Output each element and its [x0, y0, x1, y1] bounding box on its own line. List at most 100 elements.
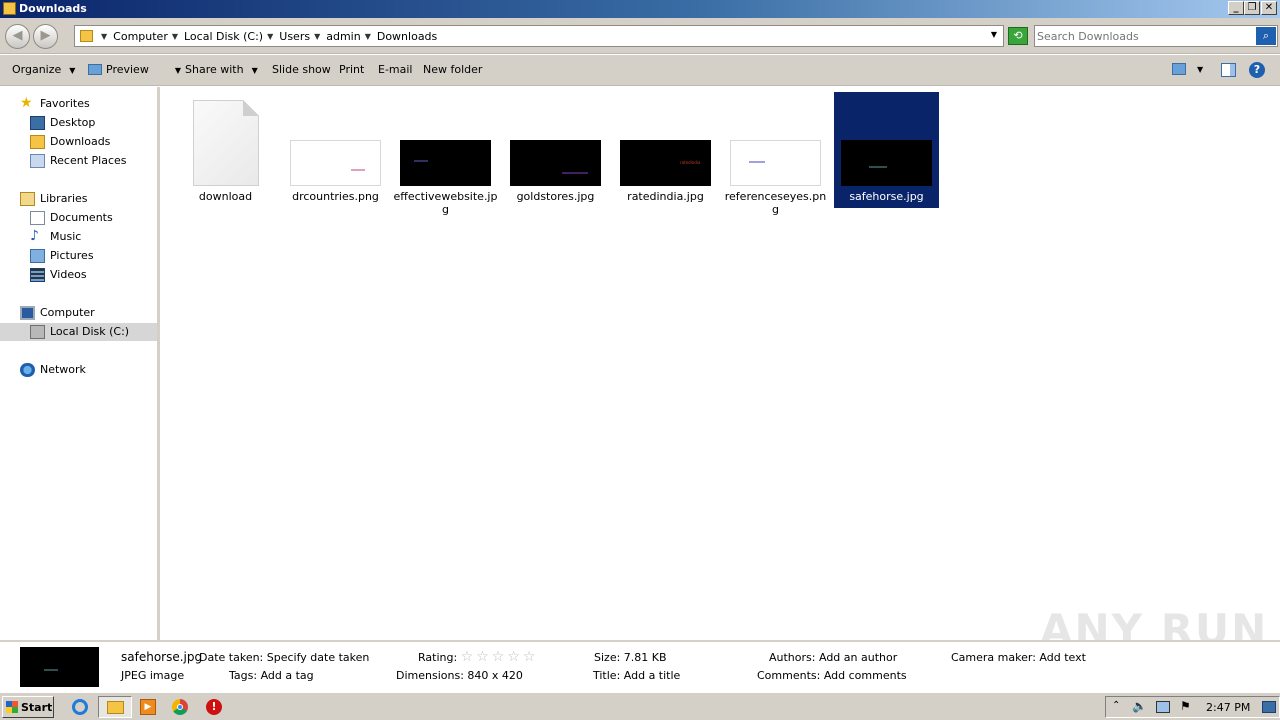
title-value[interactable]: Add a title — [624, 669, 681, 682]
folder-icon — [107, 701, 124, 714]
help-icon[interactable]: ? — [1249, 62, 1265, 78]
start-button[interactable]: Start — [2, 696, 54, 718]
volume-icon[interactable]: 🔈 — [1132, 699, 1147, 713]
preview-pane-icon[interactable] — [1221, 63, 1236, 77]
refresh-icon[interactable]: ⟲ — [1008, 27, 1028, 45]
authors-value[interactable]: Add an author — [819, 651, 897, 664]
forward-button[interactable]: ▶ — [33, 24, 58, 49]
preview-label: Preview — [106, 63, 149, 76]
nav-videos-label: Videos — [50, 268, 87, 281]
chevron-right-icon[interactable]: ▼ — [361, 30, 377, 43]
print-button[interactable]: Print — [339, 63, 364, 76]
file-list: download drcountries.png effectivewebsit… — [160, 87, 1280, 640]
breadcrumb-downloads[interactable]: Downloads — [377, 30, 437, 43]
date-taken-field: Date taken: Specify date taken — [199, 651, 369, 664]
chevron-right-icon[interactable]: ▼ — [168, 30, 184, 43]
email-button[interactable]: E-mail — [378, 63, 413, 76]
tags-value[interactable]: Add a tag — [261, 669, 314, 682]
address-bar[interactable]: ▼ Computer ▼ Local Disk (C:) ▼ Users ▼ a… — [74, 25, 1004, 47]
document-icon — [193, 100, 259, 186]
image-icon — [88, 64, 102, 75]
internet-explorer-icon[interactable] — [68, 696, 94, 718]
chevron-right-icon[interactable]: ▼ — [263, 30, 279, 43]
change-view-icon[interactable] — [1172, 63, 1186, 75]
show-desktop-icon[interactable] — [1262, 701, 1276, 713]
thumbnail-mark — [562, 172, 588, 174]
breadcrumb-admin[interactable]: admin — [326, 30, 360, 43]
address-row: ◀ ▶ ▼ Computer ▼ Local Disk (C:) ▼ Users… — [0, 18, 1280, 54]
file-item-selected[interactable]: safehorse.jpg — [834, 92, 939, 208]
search-input[interactable] — [1037, 28, 1252, 44]
file-name: safehorse.jpg — [849, 190, 924, 203]
file-item[interactable]: referenceseyes.png — [723, 92, 828, 216]
nav-desktop-label: Desktop — [50, 116, 96, 129]
selected-file-thumbnail — [20, 647, 99, 687]
comments-label: Comments: — [757, 669, 821, 682]
media-player-icon[interactable]: ▶ — [136, 696, 162, 718]
flag-icon[interactable]: ⚑ — [1180, 699, 1191, 713]
comments-field: Comments: Add comments — [757, 669, 907, 682]
file-item[interactable]: ratedindia ratedindia.jpg — [613, 92, 718, 208]
network-tray-icon[interactable] — [1156, 701, 1170, 713]
organize-button[interactable]: Organize ▼ — [12, 63, 75, 76]
file-name: drcountries.png — [292, 190, 379, 203]
close-button[interactable]: ✕ — [1261, 1, 1277, 15]
nav-local-disk[interactable]: Local Disk (C:) — [0, 323, 157, 341]
camera-maker-value[interactable]: Add text — [1039, 651, 1086, 664]
folder-icon — [3, 2, 16, 15]
chevron-up-icon[interactable]: ⌃ — [1112, 700, 1120, 711]
chevron-down-icon[interactable]: ▼ — [991, 30, 997, 39]
music-icon: ♪ — [30, 228, 39, 244]
image-thumbnail: ratedindia — [620, 140, 711, 186]
chevron-down-icon[interactable]: ▼ — [175, 66, 181, 75]
camera-maker-field: Camera maker: Add text — [951, 651, 1086, 664]
image-thumbnail — [290, 140, 381, 186]
breadcrumb-local-disk[interactable]: Local Disk (C:) — [184, 30, 263, 43]
breadcrumb-users[interactable]: Users — [279, 30, 310, 43]
file-name: goldstores.jpg — [516, 190, 595, 203]
title-bar: Downloads _ ❐ ✕ — [0, 0, 1280, 18]
file-item[interactable]: effectivewebsite.jpg — [393, 92, 498, 216]
documents-icon — [30, 211, 45, 225]
explorer-task-button[interactable] — [98, 696, 132, 718]
chevron-right-icon[interactable]: ▼ — [310, 30, 326, 43]
rating-stars-icon[interactable]: ☆☆☆☆☆ — [461, 649, 539, 665]
folder-icon — [80, 30, 93, 42]
windows-logo-icon — [6, 701, 18, 713]
share-with-label: Share with — [185, 63, 244, 76]
file-item[interactable]: drcountries.png — [283, 92, 388, 208]
preview-button[interactable]: Preview ▼ — [88, 63, 181, 76]
restore-button[interactable]: ❐ — [1244, 1, 1260, 15]
slide-show-button[interactable]: Slide show — [272, 63, 331, 76]
chrome-icon[interactable] — [168, 696, 194, 718]
thumbnail-mark — [869, 166, 887, 168]
new-folder-button[interactable]: New folder — [423, 63, 482, 76]
comments-value[interactable]: Add comments — [824, 669, 907, 682]
stop-icon[interactable]: ! — [202, 696, 228, 718]
share-with-button[interactable]: Share with ▼ — [185, 63, 258, 76]
authors-field: Authors: Add an author — [769, 651, 897, 664]
window-title: Downloads — [19, 2, 87, 15]
nav-favorites-label: Favorites — [40, 97, 90, 110]
size-field: Size: 7.81 KB — [594, 651, 667, 664]
file-item[interactable]: download — [173, 92, 278, 208]
rating-label: Rating: — [418, 651, 458, 664]
date-taken-label: Date taken: — [199, 651, 264, 664]
file-item[interactable]: goldstores.jpg — [503, 92, 608, 208]
taskbar: Start ▶ ! ⌃ 🔈 ⚑ 2:47 PM — [0, 692, 1280, 720]
date-taken-value[interactable]: Specify date taken — [267, 651, 370, 664]
breadcrumb-computer[interactable]: Computer — [113, 30, 168, 43]
search-icon[interactable]: ⌕ — [1256, 27, 1276, 45]
clock[interactable]: 2:47 PM — [1206, 701, 1250, 714]
file-name: referenceseyes.png — [724, 190, 827, 216]
chevron-right-icon[interactable]: ▼ — [97, 30, 113, 43]
nav-downloads-label: Downloads — [50, 135, 111, 148]
navigation-pane: ★ Favorites Desktop Downloads Recent Pla… — [0, 87, 157, 640]
authors-label: Authors: — [769, 651, 816, 664]
recent-places-icon — [30, 154, 45, 168]
thumbnail-mark — [351, 169, 365, 171]
nav-network-label: Network — [40, 363, 86, 376]
minimize-button[interactable]: _ — [1228, 1, 1244, 15]
chevron-down-icon[interactable]: ▼ — [1197, 65, 1203, 74]
back-button[interactable]: ◀ — [5, 24, 30, 49]
